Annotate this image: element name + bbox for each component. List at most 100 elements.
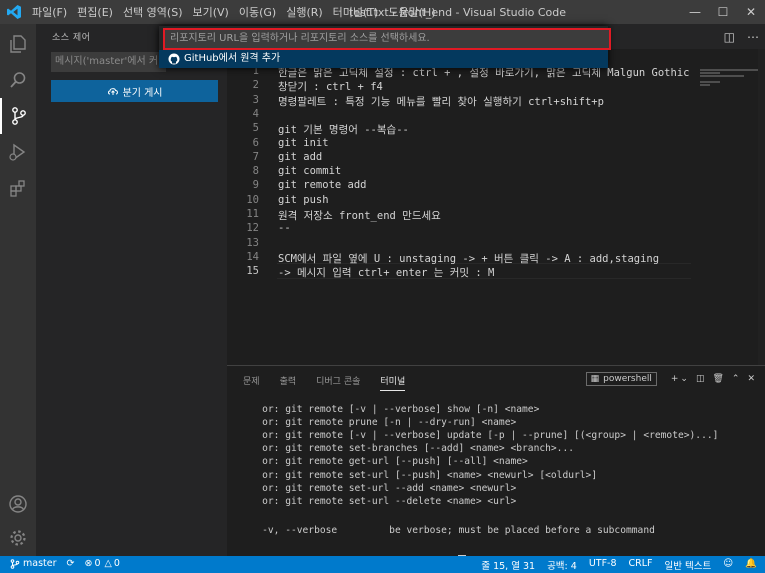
terminal-line: or: git remote [-v | --verbose] show [-n… [239, 404, 765, 417]
menu-go[interactable]: 이동(G) [239, 4, 276, 20]
maximize-panel-icon[interactable]: ⌃ [732, 374, 740, 384]
branch-name: master [23, 558, 57, 569]
terminal-text: or: git remote [-v | --verbose] update [… [239, 430, 719, 442]
terminal-line: -v, --verbose be verbose; must be placed… [239, 525, 765, 538]
line-number: 3 [252, 93, 259, 106]
split-terminal-icon[interactable]: ◫ [696, 374, 705, 384]
line-number: 14 [246, 250, 259, 263]
tab-debug-console[interactable]: 디버그 콘솔 [316, 374, 360, 391]
tab-problems[interactable]: 문제 [243, 374, 260, 391]
line-ending[interactable]: CRLF [629, 558, 653, 572]
encoding[interactable]: UTF-8 [589, 558, 617, 572]
minimap[interactable] [700, 69, 758, 89]
line-number: 2 [252, 79, 259, 92]
sync-icon[interactable]: ⟳ [67, 558, 75, 569]
code-text: -> 메시지 입력 ctrl+ enter 는 커밋 : M [278, 267, 495, 280]
maximize-icon[interactable]: ☐ [709, 0, 737, 24]
repository-url-input[interactable]: 리포지토리 URL을 입력하거나 리포지토리 소스를 선택하세요. [163, 28, 611, 50]
publish-branch-button[interactable]: 분기 게시 [51, 80, 218, 102]
run-debug-icon[interactable] [0, 134, 36, 170]
line-number: 10 [246, 193, 259, 206]
feedback-icon[interactable]: ☺ [723, 558, 733, 572]
code-text: git push [278, 193, 329, 206]
menu-run[interactable]: 실행(R) [286, 4, 322, 20]
activity-bar [0, 24, 36, 556]
tab-output[interactable]: 출력 [280, 374, 297, 391]
settings-gear-icon[interactable] [0, 520, 36, 556]
code-text: git commit [278, 165, 342, 178]
menu-bar: 파일(F) 편집(E) 선택 영역(S) 보기(V) 이동(G) 실행(R) 터… [32, 0, 446, 24]
menu-help[interactable]: 도움말(H) [388, 4, 435, 20]
line-number: 13 [246, 236, 259, 249]
minimize-icon[interactable]: — [681, 0, 709, 24]
warning-icon: △ [104, 558, 112, 569]
cloud-upload-icon [107, 88, 118, 95]
terminal-text: or: git remote prune [-n | --dry-run] <n… [239, 417, 517, 429]
problems-indicator[interactable]: ⊗ 0 △ 0 [84, 558, 119, 569]
bottom-panel: 문제 출력 디버그 콘솔 터미널 ▦ powershell + ⌄ ◫ 🗑 ⌃ … [227, 365, 765, 569]
line-number: 15 [246, 265, 259, 278]
new-terminal-icon[interactable]: + [671, 374, 679, 384]
menu-view[interactable]: 보기(V) [192, 4, 228, 20]
code-text: 창닫기 : ctrl + f4 [278, 81, 383, 94]
line-number: 11 [246, 208, 259, 220]
title-bar: 파일(F) 편집(E) 선택 영역(S) 보기(V) 이동(G) 실행(R) 터… [0, 0, 765, 24]
search-icon[interactable] [0, 62, 36, 98]
close-icon[interactable]: ✕ [737, 0, 765, 24]
close-panel-icon[interactable]: ✕ [747, 374, 755, 384]
menu-edit[interactable]: 편집(E) [77, 4, 113, 20]
line-number: 4 [252, 107, 259, 120]
indentation[interactable]: 공백: 4 [547, 558, 577, 572]
code-line[interactable]: 3 명령팔레트 : 특정 기능 메뉴를 빨리 찾아 실행하기 ctrl+shift… [227, 94, 697, 108]
editor[interactable]: 1 한글은 맑은 고딕체 설정 : ctrl + , 설정 바로가기, 맑은 고딕… [227, 49, 765, 365]
code-line[interactable]: 5 git 기본 명령어 --복습-- [227, 122, 697, 136]
account-icon[interactable] [0, 486, 36, 522]
code-line[interactable]: 11 원격 저장소 front_end 만드세요 [227, 208, 697, 222]
code-line[interactable]: 14 SCM에서 파일 옆에 U : unstaging -> + 버튼 클릭 -… [227, 251, 697, 265]
code-line[interactable]: 2 창닫기 : ctrl + f4 [227, 79, 697, 93]
sidebar-title: 소스 제어 [52, 33, 91, 43]
code-line[interactable]: 6 git init [227, 137, 697, 151]
chevron-down-icon[interactable]: ⌄ [680, 374, 688, 384]
source-control-sidebar: 소스 제어 메시지('master'에서 커밋 분기 게시 [36, 24, 227, 556]
add-remote-from-github-item[interactable]: GitHub에서 원격 추가 [159, 50, 608, 68]
terminal-line: or: git remote [-v | --verbose] update [… [239, 430, 765, 443]
code-line[interactable]: 15 -> 메시지 입력 ctrl+ enter 는 커밋 : M [227, 265, 697, 279]
split-editor-icon[interactable]: ◫ [724, 30, 735, 44]
explorer-icon[interactable] [0, 26, 36, 62]
code-line[interactable]: 10 git push [227, 194, 697, 208]
editor-scrollbar[interactable] [758, 49, 765, 365]
shell-name: powershell [603, 374, 652, 384]
line-number: 5 [252, 122, 259, 135]
commit-message-input[interactable]: 메시지('master'에서 커밋 [51, 52, 166, 72]
source-control-icon[interactable] [0, 98, 36, 134]
tab-terminal[interactable]: 터미널 [380, 374, 406, 391]
language-mode[interactable]: 일반 텍스트 [665, 558, 712, 572]
line-number: 7 [252, 150, 259, 163]
code-line[interactable]: 4 [227, 108, 697, 122]
cursor-position[interactable]: 줄 15, 열 31 [481, 558, 535, 572]
code-line[interactable]: 8 git commit [227, 165, 697, 179]
terminal-text: or: git remote [-v | --verbose] show [-n… [239, 404, 540, 415]
publish-branch-label: 분기 게시 [122, 87, 163, 99]
notifications-bell-icon[interactable]: 🔔 [745, 558, 757, 572]
warning-count: 0 [113, 558, 120, 569]
code-text: -- [278, 222, 291, 235]
panel-tabs: 문제 출력 디버그 콘솔 터미널 [243, 374, 425, 391]
terminal-line: or: git remote set-url --delete <name> <… [239, 496, 765, 509]
panel-actions: ▦ powershell + ⌄ ◫ 🗑 ⌃ ✕ [585, 372, 755, 386]
menu-selection[interactable]: 선택 영역(S) [123, 4, 183, 20]
code-line[interactable]: 13 [227, 237, 697, 251]
branch-indicator[interactable]: master [10, 558, 57, 569]
more-actions-icon[interactable]: ⋯ [747, 30, 759, 44]
line-number: 9 [252, 179, 259, 192]
vscode-logo-icon [7, 5, 21, 19]
menu-terminal[interactable]: 터미널(T) [333, 4, 379, 20]
code-line[interactable]: 7 git add [227, 151, 697, 165]
code-line[interactable]: 9 git remote add [227, 179, 697, 193]
trash-icon[interactable]: 🗑 [712, 374, 723, 384]
menu-file[interactable]: 파일(F) [32, 4, 67, 20]
code-line[interactable]: 12 -- [227, 222, 697, 236]
terminal-selector[interactable]: ▦ powershell [585, 372, 657, 386]
extensions-icon[interactable] [0, 170, 36, 206]
